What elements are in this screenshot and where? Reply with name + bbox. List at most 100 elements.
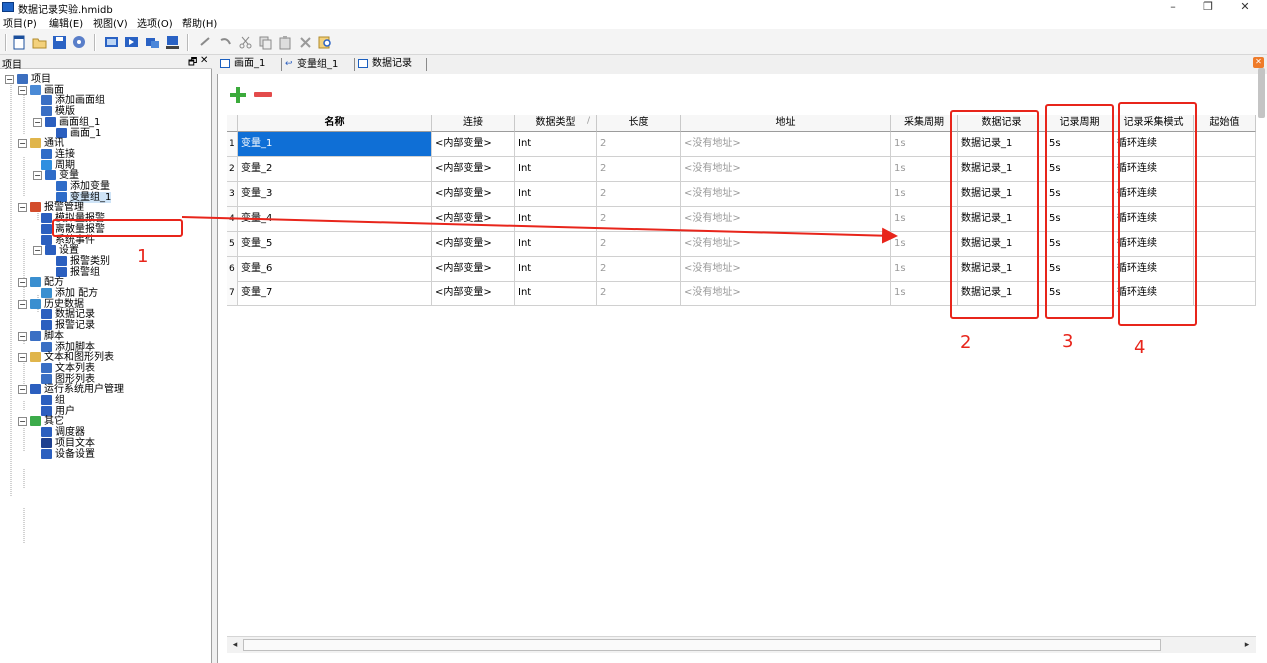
cell-name[interactable]: 变量_4	[238, 206, 432, 232]
cell-length[interactable]: 2	[597, 181, 681, 207]
redo-icon[interactable]	[218, 35, 233, 50]
cell-connection[interactable]: <内部变量>	[432, 156, 515, 182]
cell-name[interactable]: 变量_2	[238, 156, 432, 182]
tree-item[interactable]: − 项目	[5, 74, 51, 85]
cell-data-log[interactable]: 数据记录_1	[958, 132, 1046, 157]
cell-data-type[interactable]: Int	[515, 256, 597, 282]
col-acquisition-cycle[interactable]: 采集周期	[891, 115, 958, 132]
cut-icon[interactable]	[238, 35, 253, 50]
new-file-icon[interactable]	[12, 35, 27, 50]
collapse-toggle-icon[interactable]: −	[33, 171, 42, 181]
tree-item[interactable]: 数据记录	[33, 309, 95, 320]
cell-data-log[interactable]: 数据记录_1	[958, 231, 1046, 257]
cell-data-type[interactable]: Int	[515, 206, 597, 232]
menu-help[interactable]: 帮助(H)	[182, 15, 217, 30]
close-button[interactable]: ✕	[1230, 0, 1260, 14]
col-log-cycle[interactable]: 记录周期	[1046, 115, 1114, 132]
tree-item[interactable]: − 设置	[33, 245, 79, 256]
cell-start-value[interactable]	[1194, 231, 1256, 257]
menu-project[interactable]: 项目(P)	[3, 15, 37, 30]
menu-options[interactable]: 选项(O)	[137, 15, 173, 30]
scrollbar-thumb[interactable]	[1258, 68, 1265, 118]
cell-start-value[interactable]	[1194, 206, 1256, 232]
tree-item[interactable]: 添加 配方	[33, 288, 98, 299]
tree-item[interactable]: 项目文本	[33, 437, 95, 449]
cell-name[interactable]: 变量_7	[238, 281, 432, 307]
scroll-right-icon[interactable]: ▸	[1241, 639, 1253, 651]
collapse-toggle-icon[interactable]: −	[33, 246, 42, 256]
cell-log-mode[interactable]: 循环连续	[1114, 132, 1194, 157]
cell-name[interactable]: 变量_1	[238, 132, 432, 157]
cell-address[interactable]: <没有地址>	[681, 231, 891, 257]
col-length[interactable]: 长度	[597, 115, 681, 132]
runtime-icon[interactable]	[165, 35, 180, 50]
cell-data-log[interactable]: 数据记录_1	[958, 156, 1046, 182]
cell-acquisition-cycle[interactable]: 1s	[891, 231, 958, 257]
tree-item[interactable]: 周期	[33, 159, 75, 171]
tree-item[interactable]: 添加变量	[48, 181, 110, 192]
cell-name[interactable]: 变量_3	[238, 181, 432, 207]
cell-data-type[interactable]: Int	[515, 281, 597, 307]
compile-icon[interactable]	[72, 35, 87, 50]
cell-log-cycle[interactable]: 5s	[1046, 156, 1114, 182]
editor-close-icon[interactable]: ✕	[1253, 57, 1264, 68]
simulate-icon[interactable]	[124, 35, 139, 50]
col-log-mode[interactable]: 记录采集模式	[1114, 115, 1194, 132]
cell-length[interactable]: 2	[597, 281, 681, 307]
cell-data-type[interactable]: Int	[515, 156, 597, 182]
col-start-value[interactable]: 起始值	[1194, 115, 1256, 132]
panel-close-icon[interactable]: ✕	[200, 55, 208, 66]
tree-item[interactable]: 组	[33, 395, 65, 406]
scroll-left-icon[interactable]: ◂	[229, 639, 241, 651]
cell-address[interactable]: <没有地址>	[681, 156, 891, 182]
vertical-scrollbar[interactable]	[1257, 68, 1266, 118]
collapse-toggle-icon[interactable]: −	[18, 278, 27, 288]
cell-connection[interactable]: <内部变量>	[432, 256, 515, 282]
tree-item[interactable]: 模版	[33, 106, 75, 117]
cell-address[interactable]: <没有地址>	[681, 206, 891, 232]
collapse-toggle-icon[interactable]: −	[5, 75, 14, 84]
add-variable-button[interactable]	[230, 87, 246, 103]
cell-address[interactable]: <没有地址>	[681, 281, 891, 307]
cell-log-cycle[interactable]: 5s	[1046, 206, 1114, 232]
menu-view[interactable]: 视图(V)	[93, 15, 128, 30]
cell-log-cycle[interactable]: 5s	[1046, 256, 1114, 282]
collapse-toggle-icon[interactable]: −	[18, 331, 27, 341]
cell-length[interactable]: 2	[597, 256, 681, 282]
cell-start-value[interactable]	[1194, 181, 1256, 207]
download-icon[interactable]	[104, 35, 119, 50]
collapse-toggle-icon[interactable]: −	[18, 85, 27, 95]
minimize-button[interactable]: –	[1158, 0, 1188, 14]
tree-item[interactable]: 离散量报警	[33, 223, 105, 235]
open-folder-icon[interactable]	[32, 35, 47, 50]
cell-length[interactable]: 2	[597, 231, 681, 257]
tree-item[interactable]: − 配方	[18, 277, 64, 288]
tree-item[interactable]: 系统事件	[33, 234, 95, 246]
maximize-button[interactable]: ❐	[1193, 0, 1223, 14]
tree-item[interactable]: 报警类别	[48, 255, 110, 267]
cell-log-mode[interactable]: 循环连续	[1114, 206, 1194, 232]
cell-acquisition-cycle[interactable]: 1s	[891, 256, 958, 282]
tree-item[interactable]: 画面_1	[48, 127, 101, 139]
tree-item[interactable]: 添加画面组	[33, 95, 105, 106]
cell-acquisition-cycle[interactable]: 1s	[891, 181, 958, 207]
paste-icon[interactable]	[278, 35, 293, 50]
cell-connection[interactable]: <内部变量>	[432, 206, 515, 232]
cell-connection[interactable]: <内部变量>	[432, 132, 515, 157]
collapse-toggle-icon[interactable]: −	[18, 299, 27, 309]
cell-connection[interactable]: <内部变量>	[432, 181, 515, 207]
remove-variable-button[interactable]	[254, 92, 272, 97]
col-name[interactable]: 名称	[238, 115, 432, 132]
tree-item[interactable]: − 脚本	[18, 330, 64, 342]
cell-log-cycle[interactable]: 5s	[1046, 281, 1114, 307]
tree-item[interactable]: − 报警管理	[18, 202, 84, 213]
cell-length[interactable]: 2	[597, 132, 681, 157]
save-icon[interactable]	[52, 35, 67, 50]
tree-item[interactable]: − 其它	[18, 416, 64, 427]
tree-item[interactable]: 图形列表	[33, 373, 95, 385]
cell-data-log[interactable]: 数据记录_1	[958, 206, 1046, 232]
cell-data-log[interactable]: 数据记录_1	[958, 281, 1046, 307]
tree-item[interactable]: 模拟量报警	[33, 213, 105, 224]
undo-icon[interactable]	[198, 35, 213, 50]
collapse-toggle-icon[interactable]: −	[33, 117, 42, 127]
